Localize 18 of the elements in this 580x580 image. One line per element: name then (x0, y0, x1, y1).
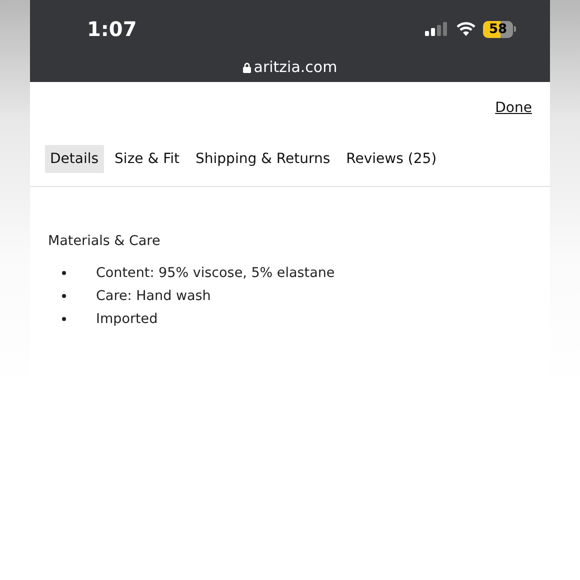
done-link[interactable]: Done (495, 100, 532, 116)
section-title: Materials & Care (48, 233, 162, 249)
tab[interactable]: Size & Fit (110, 144, 185, 172)
bullet-icon (62, 316, 66, 320)
bullet-icon (62, 294, 66, 298)
lock-icon (242, 62, 251, 72)
tab[interactable]: Reviews (25) (341, 144, 442, 172)
wifi-icon (456, 22, 476, 36)
tab[interactable]: Details (45, 144, 104, 172)
status-time: 1:07 (87, 17, 137, 41)
list-item: Care: Hand wash (96, 288, 211, 304)
list-item: Content: 95% viscose, 5% elastane (96, 264, 335, 280)
battery-icon: 58 (483, 20, 513, 38)
signal-icon (425, 22, 449, 36)
address-url[interactable]: aritzia.com (254, 58, 338, 76)
bullet-icon (62, 270, 66, 274)
list-item: Imported (96, 310, 158, 326)
tab[interactable]: Shipping & Returns (190, 144, 336, 172)
